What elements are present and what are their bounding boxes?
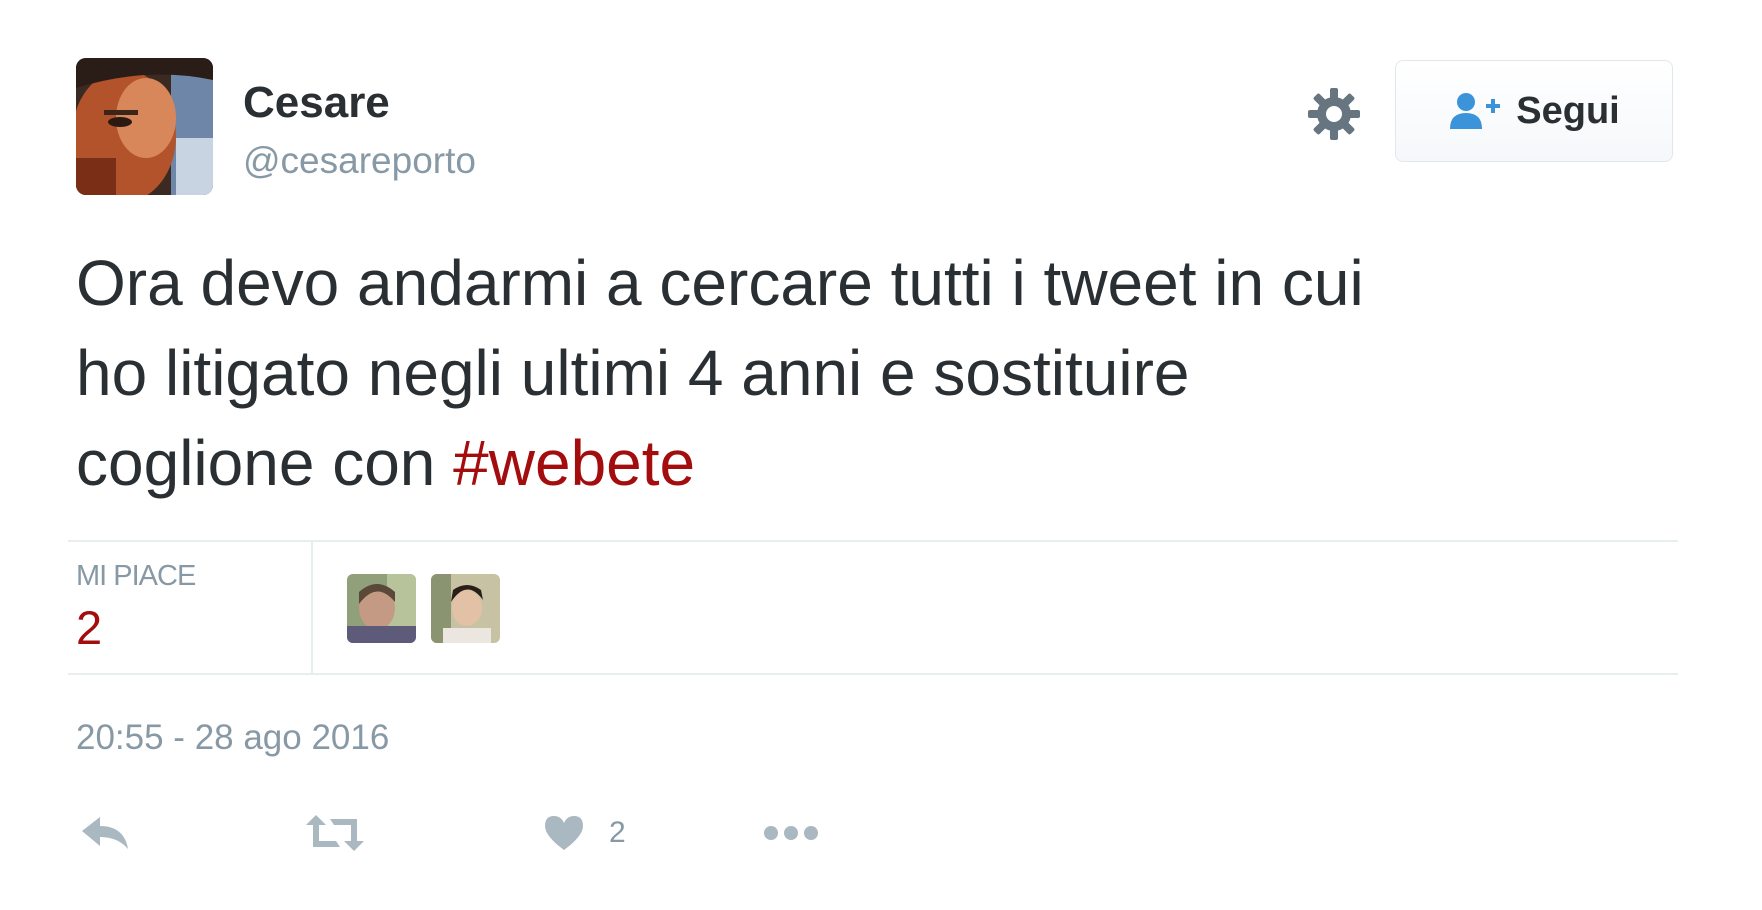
retweet-button[interactable]	[306, 808, 364, 858]
author-display-name[interactable]: Cesare	[243, 78, 390, 128]
follow-button-label: Segui	[1516, 89, 1620, 132]
gear-icon[interactable]	[1306, 86, 1362, 142]
tweet-text-line: ho litigato negli ultimi 4 anni e sostit…	[76, 337, 1190, 409]
more-button[interactable]	[763, 808, 819, 858]
tweet-text-line: Ora devo andarmi a cercare tutti i tweet…	[76, 247, 1364, 319]
tweet-text: Ora devo andarmi a cercare tutti i tweet…	[76, 238, 1696, 508]
more-icon	[763, 825, 819, 841]
likes-label: MI PIACE	[76, 560, 196, 592]
divider	[311, 541, 313, 673]
author-handle[interactable]: @cesareporto	[243, 140, 476, 182]
tweet-card: Cesare @cesareporto Segui Ora devo andar…	[0, 0, 1762, 910]
reply-button[interactable]	[80, 808, 130, 858]
retweet-icon	[306, 813, 364, 853]
like-button[interactable]: 2	[543, 808, 626, 858]
liker-avatar[interactable]	[431, 574, 500, 643]
hashtag-link[interactable]: #webete	[453, 427, 695, 499]
divider	[68, 673, 1678, 675]
like-count: 2	[609, 816, 626, 849]
likes-count[interactable]: 2	[76, 600, 102, 655]
tweet-text-line: coglione con #webete	[76, 418, 1696, 508]
liker-avatar[interactable]	[347, 574, 416, 643]
tweet-text-segment: coglione con	[76, 427, 454, 499]
divider	[68, 540, 1678, 542]
tweet-timestamp[interactable]: 20:55 - 28 ago 2016	[76, 718, 389, 758]
follow-button[interactable]: Segui	[1395, 60, 1673, 162]
author-avatar[interactable]	[76, 58, 213, 195]
heart-icon	[543, 814, 585, 852]
add-user-icon	[1448, 91, 1502, 131]
reply-icon	[80, 815, 130, 851]
